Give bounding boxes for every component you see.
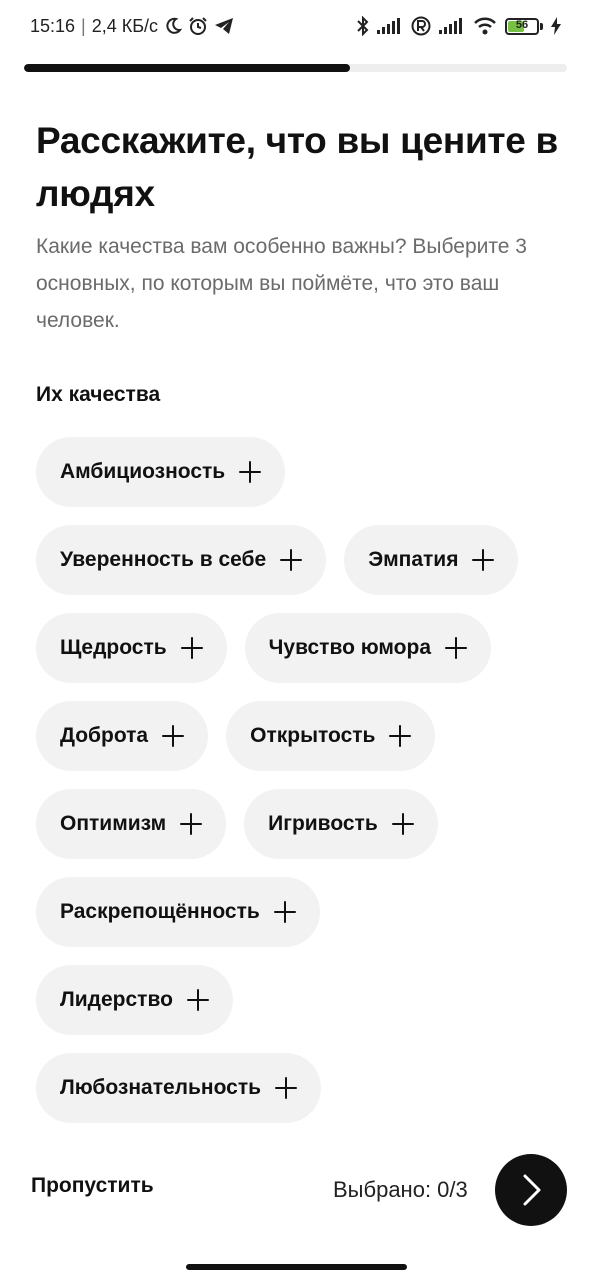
plus-icon <box>239 461 262 483</box>
status-time: 15:16 <box>30 15 76 36</box>
page-title: Расскажите, что вы цените в людях <box>36 120 558 214</box>
status-divider: | <box>81 15 86 36</box>
moon-icon <box>164 17 183 35</box>
chip-row: Раскрепощённость <box>36 877 556 947</box>
onboarding-progress-bar <box>24 64 567 72</box>
quality-chip[interactable]: Открытость <box>226 701 436 771</box>
chip-row: Лидерство <box>36 965 556 1035</box>
chip-row: Любознательность <box>36 1053 556 1123</box>
bluetooth-icon <box>357 16 369 36</box>
quality-chip-label: Лидерство <box>60 988 173 1011</box>
plus-icon <box>180 637 203 659</box>
quality-chip-label: Игривость <box>268 812 378 835</box>
battery-tip <box>540 22 543 30</box>
quality-chip[interactable]: Любознательность <box>36 1053 322 1123</box>
quality-chip-label: Любознательность <box>60 1076 262 1099</box>
charging-icon <box>551 17 561 35</box>
quality-chip-label: Доброта <box>60 724 149 747</box>
page-subtitle: Какие качества вам особенно важны? Выбер… <box>36 235 527 332</box>
skip-button[interactable]: Пропустить <box>31 1174 154 1198</box>
battery-level: 56 <box>515 18 529 31</box>
signal-icon <box>439 18 465 34</box>
wifi-icon <box>473 17 497 35</box>
plus-icon <box>180 813 203 835</box>
plus-icon <box>186 989 209 1011</box>
quality-chip-label: Открытость <box>250 724 376 747</box>
status-bar: 15:16 | 2,4 КБ/с 56 <box>0 0 591 52</box>
qualities-chip-list: Амбициозность Уверенность в себе Эмпатия Ще… <box>36 437 556 1123</box>
plus-icon <box>280 549 303 571</box>
quality-chip-label: Оптимизм <box>60 812 167 835</box>
plus-icon <box>162 725 185 747</box>
quality-chip-label: Щедрость <box>60 636 167 659</box>
quality-chip-label: Уверенность в себе <box>60 548 267 571</box>
quality-chip[interactable]: Уверенность в себе <box>36 525 327 595</box>
quality-chip-label: Чувство юмора <box>268 636 432 659</box>
home-indicator[interactable] <box>186 1264 407 1270</box>
chip-row: Доброта Открытость <box>36 701 556 771</box>
chip-row: Амбициозность <box>36 437 556 507</box>
plus-icon <box>472 549 495 571</box>
battery-icon: 56 <box>505 17 543 35</box>
quality-chip-label: Эмпатия <box>368 548 459 571</box>
battery-body: 56 <box>505 17 539 35</box>
chip-row: Уверенность в себе Эмпатия <box>36 525 556 595</box>
chip-row: Щедрость Чувство юмора <box>36 613 556 683</box>
quality-chip-label: Амбициозность <box>60 460 226 483</box>
status-left: 15:16 | 2,4 КБ/с <box>30 16 234 37</box>
quality-chip[interactable]: Игривость <box>244 789 438 859</box>
quality-chip[interactable]: Доброта <box>36 701 209 771</box>
quality-chip[interactable]: Раскрепощённость <box>36 877 320 947</box>
next-button[interactable] <box>495 1154 567 1226</box>
selected-counter: Выбрано: 0/3 <box>333 1177 468 1202</box>
quality-chip[interactable]: Оптимизм <box>36 789 227 859</box>
alarm-icon <box>188 16 208 36</box>
plus-icon <box>391 813 414 835</box>
plus-icon <box>445 637 468 659</box>
quality-chip[interactable]: Амбициозность <box>36 437 286 507</box>
chip-row: Оптимизм Игривость <box>36 789 556 859</box>
telegram-icon <box>214 17 234 35</box>
quality-chip[interactable]: Чувство юмора <box>244 613 492 683</box>
plus-icon <box>273 901 296 923</box>
progress-fill <box>24 64 350 72</box>
network-speed: 2,4 КБ/с <box>91 15 159 36</box>
quality-chip-label: Раскрепощённость <box>60 900 260 923</box>
status-right: 56 <box>357 16 561 36</box>
plus-icon <box>389 725 412 747</box>
quality-chip[interactable]: Эмпатия <box>344 525 519 595</box>
roaming-icon <box>411 16 431 36</box>
quality-chip[interactable]: Лидерство <box>36 965 233 1035</box>
plus-icon <box>275 1077 298 1099</box>
signal-icon <box>377 18 403 34</box>
quality-chip[interactable]: Щедрость <box>36 613 227 683</box>
chevron-right-icon <box>517 1172 545 1208</box>
section-label: Их качества <box>36 383 161 406</box>
